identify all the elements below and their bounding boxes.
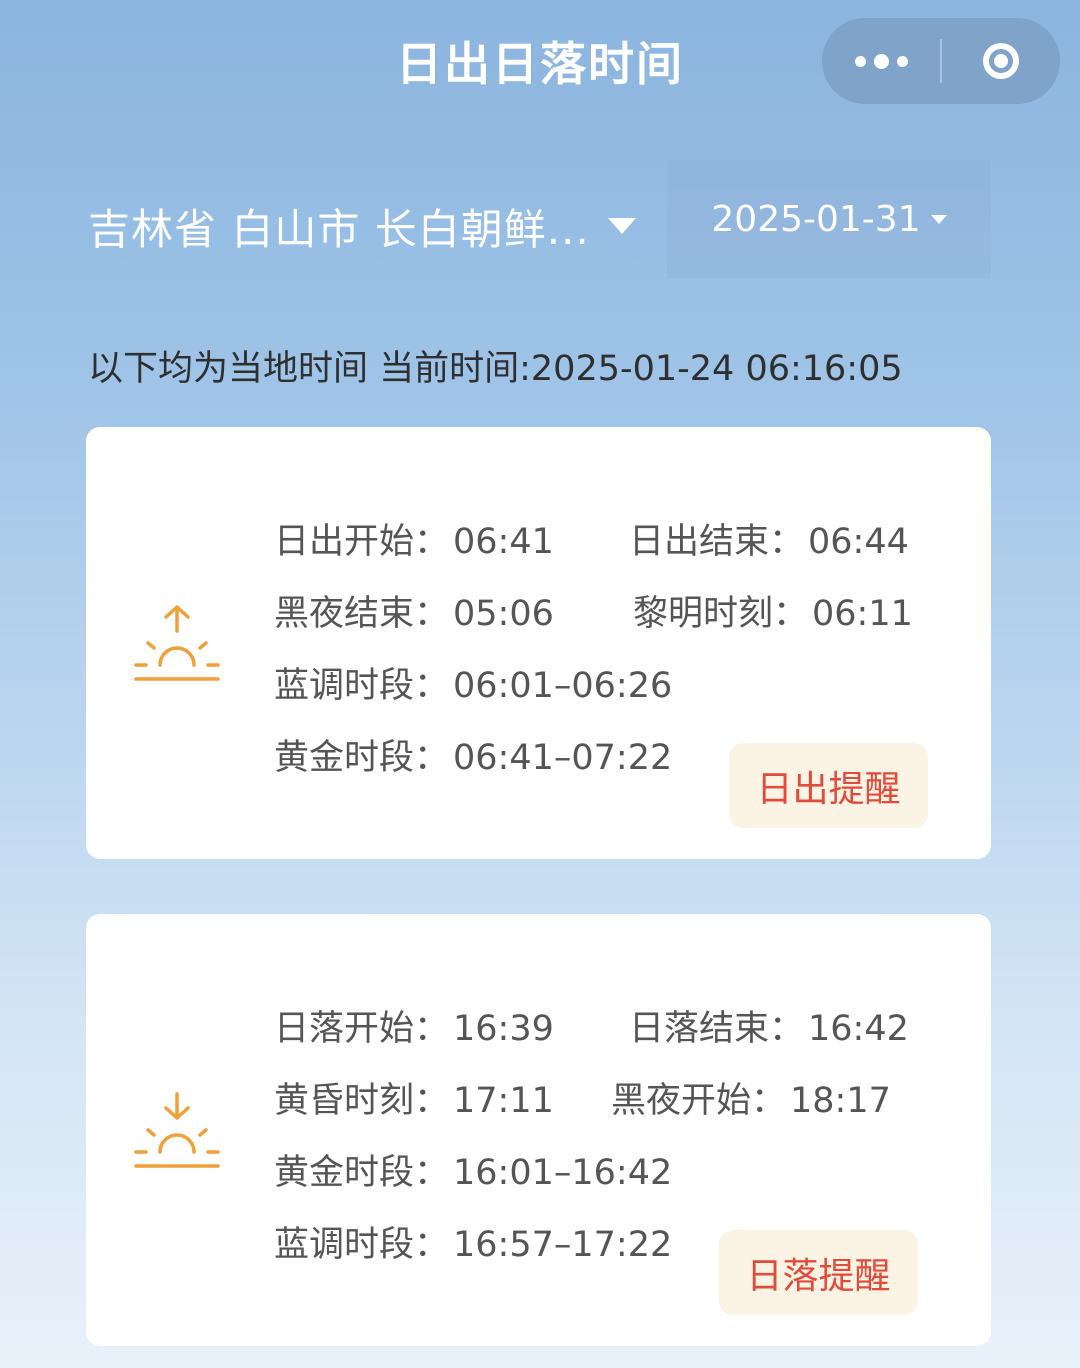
row-value: 16:42 [808,1009,909,1049]
sunrise-end-row: 日出结束： 06:44 [629,513,909,564]
record-circle-core [994,54,1008,68]
dusk-row: 黄昏时刻： 17:11 [274,1072,554,1123]
row-value: 18:17 [790,1081,891,1121]
row-label: 日落结束： [629,1009,805,1049]
local-time-note: 以下均为当地时间 当前时间:2025-01-24 06:16:05 [88,349,903,389]
row-label: 黄金时段： [274,738,450,778]
row-label: 日落开始： [274,1009,450,1049]
golden-hour-row: 黄金时段： 16:01–16:42 [274,1144,672,1195]
sunset-end-row: 日落结束： 16:42 [629,1000,909,1051]
more-dots-icon [854,55,866,67]
row-value: 06:01–06:26 [453,666,673,706]
more-button[interactable] [822,18,940,104]
caret-down-icon [930,214,947,224]
blue-hour-row: 蓝调时段： 06:01–06:26 [274,657,672,708]
caret-down-icon [607,218,636,234]
row-label: 黑夜开始： [611,1081,787,1121]
row-value: 06:11 [812,594,913,634]
blue-hour-row: 蓝调时段： 16:57–17:22 [274,1216,672,1267]
sunset-reminder-button[interactable]: 日落提醒 [719,1230,918,1315]
date-text: 2025-01-31 [711,198,921,240]
location-text: 吉林省 白山市 长白朝鲜... [88,204,590,254]
row-label: 黄金时段： [274,1153,450,1193]
golden-hour-row: 黄金时段： 06:41–07:22 [274,729,672,780]
row-value: 17:11 [453,1081,554,1121]
row-label: 日出结束： [629,522,805,562]
row-value: 16:57–17:22 [453,1225,673,1265]
sunrise-card: 日出开始： 06:41 日出结束： 06:44 黑夜结束： 05:06 黎明时刻： 06… [86,427,991,859]
row-value: 16:01–16:42 [453,1153,673,1193]
row-label: 日出开始： [274,522,450,562]
more-dot-center [873,53,889,69]
sunset-start-row: 日落开始： 16:39 [274,1000,554,1051]
row-value: 16:39 [453,1009,554,1049]
row-value: 06:44 [808,522,909,562]
row-label: 蓝调时段： [274,1225,450,1265]
night-start-row: 黑夜开始： 18:17 [611,1072,891,1123]
night-end-row: 黑夜结束： 05:06 [274,585,554,636]
row-label: 黑夜结束： [274,594,450,634]
row-value: 06:41–07:22 [453,738,673,778]
row-label: 蓝调时段： [274,666,450,706]
row-value: 06:41 [453,522,554,562]
sunrise-reminder-button[interactable]: 日出提醒 [729,743,928,828]
date-picker[interactable]: 2025-01-31 [667,160,991,278]
location-picker[interactable]: 吉林省 白山市 长白朝鲜... [88,196,636,256]
row-value: 05:06 [453,594,554,634]
sunset-card: 日落开始： 16:39 日落结束： 16:42 黄昏时刻： 17:11 黑夜开始： 18… [86,914,991,1346]
mini-program-capsule [822,18,1060,104]
row-label: 黎明时刻： [633,594,809,634]
sunrise-start-row: 日出开始： 06:41 [274,513,554,564]
close-button[interactable] [942,18,1060,104]
dawn-row: 黎明时刻： 06:11 [633,585,913,636]
record-circle-icon [983,43,1019,79]
sunset-icon [134,1092,220,1168]
more-dot-right [896,55,908,67]
row-label: 黄昏时刻： [274,1081,450,1121]
sunrise-icon [134,605,220,681]
